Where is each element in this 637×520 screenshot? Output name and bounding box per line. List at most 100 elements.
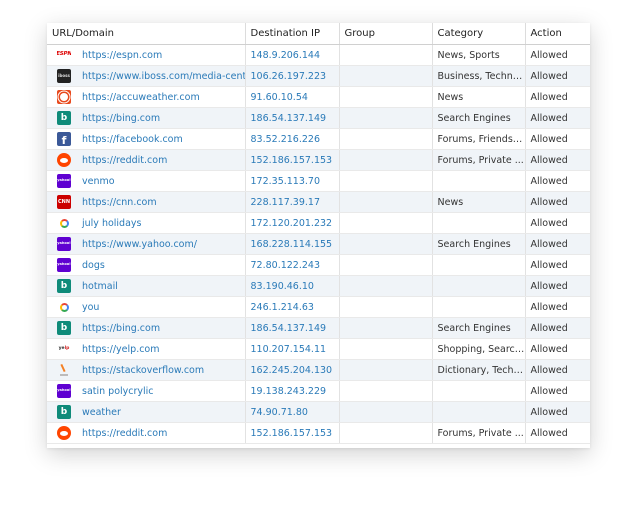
url-link[interactable]: https://bing.com [82, 113, 160, 124]
destination-ip-cell: 106.26.197.223 [245, 65, 340, 87]
url-cell: b https://bing.com [47, 107, 246, 129]
action-cell: Allowed [525, 359, 590, 381]
column-header-category[interactable]: Category [432, 23, 526, 45]
url-link[interactable]: https://espn.com [82, 50, 162, 61]
accuweather-icon [57, 90, 71, 104]
category-cell [432, 275, 526, 297]
group-cell [339, 296, 433, 318]
table-row[interactable]: https://accuweather.com 91.60.10.54 News Al… [47, 86, 590, 108]
url-link[interactable]: https://cnn.com [82, 197, 157, 208]
action-cell: Allowed [525, 317, 590, 339]
destination-ip-cell: 91.60.10.54 [245, 86, 340, 108]
url-cell: yahoo! https://www.yahoo.com/ [47, 233, 246, 255]
destination-ip-cell: 246.1.214.63 [245, 296, 340, 318]
column-header-destination-ip[interactable]: Destination IP [245, 23, 340, 45]
facebook-icon: f [57, 132, 71, 146]
url-cell: ye lp https://yelp.com [47, 338, 246, 360]
action-cell: Allowed [525, 254, 590, 276]
url-cell: you [47, 296, 246, 318]
table-row[interactable]: f https://facebook.com 83.52.216.226 Forums… [47, 128, 590, 150]
table-row[interactable]: july holidays 172.120.201.232 Allowed [47, 212, 590, 234]
yahoo-icon: yahoo! [57, 258, 71, 272]
action-cell: Allowed [525, 149, 590, 171]
group-cell [339, 275, 433, 297]
table-row[interactable]: https://reddit.com 152.186.157.153 Forums,… [47, 149, 590, 171]
destination-ip-cell: 110.207.154.11 [245, 338, 340, 360]
url-cell: https://stackoverflow.com [47, 359, 246, 381]
table-row[interactable]: yahoo! https://www.yahoo.com/168.228.114.… [47, 233, 590, 255]
table-row[interactable]: yahoo! venmo 172.35.113.70 Allowed [47, 170, 590, 192]
destination-ip-cell: 186.54.137.149 [245, 317, 340, 339]
category-cell: Forums, Friendship [432, 128, 526, 150]
url-link[interactable]: hotmail [82, 281, 118, 292]
column-header-group[interactable]: Group [339, 23, 433, 45]
url-link[interactable]: https://bing.com [82, 323, 160, 334]
category-cell: News [432, 191, 526, 213]
url-link[interactable]: https://reddit.com [82, 155, 167, 166]
column-header-action[interactable]: Action [525, 23, 590, 45]
url-link[interactable]: https://www.iboss.com/media-center [82, 71, 244, 82]
table-row[interactable]: you 246.1.214.63 Allowed [47, 296, 590, 318]
category-cell: News [432, 86, 526, 108]
table-row[interactable]: CNN https://cnn.com 228.117.39.17 News Allow… [47, 191, 590, 213]
bing-icon: b [57, 405, 71, 419]
destination-ip-cell: 152.186.157.153 [245, 422, 340, 444]
url-link[interactable]: july holidays [82, 218, 141, 229]
url-link[interactable]: https://www.yahoo.com/ [82, 239, 197, 250]
destination-ip-cell: 228.117.39.17 [245, 191, 340, 213]
url-link[interactable]: weather [82, 407, 121, 418]
category-cell [432, 296, 526, 318]
action-cell: Allowed [525, 191, 590, 213]
url-link[interactable]: dogs [82, 260, 105, 271]
cnn-icon: CNN [57, 195, 71, 209]
yahoo-icon: yahoo! [57, 237, 71, 251]
destination-ip-cell: 152.186.157.153 [245, 149, 340, 171]
reddit-icon [57, 153, 71, 167]
google-icon [57, 300, 71, 314]
yelp-icon: ye lp [58, 345, 70, 351]
url-cell: iboss https://www.iboss.com/media-center [47, 65, 246, 87]
destination-ip-cell: 72.80.122.243 [245, 254, 340, 276]
iboss-icon: iboss [57, 69, 71, 83]
category-cell: Shopping, Search ... [432, 338, 526, 360]
category-cell: Search Engines [432, 233, 526, 255]
action-cell: Allowed [525, 170, 590, 192]
destination-ip-cell: 168.228.114.155 [245, 233, 340, 255]
table-row[interactable]: b https://bing.com 186.54.137.149 Search En… [47, 317, 590, 339]
table-row[interactable]: b weather 74.90.71.80 Allowed [47, 401, 590, 423]
url-cell: yahoo! dogs [47, 254, 246, 276]
bing-icon: b [57, 279, 71, 293]
category-cell [432, 254, 526, 276]
url-link[interactable]: https://accuweather.com [82, 92, 200, 103]
table-row[interactable]: iboss https://www.iboss.com/media-center 1… [47, 65, 590, 87]
table-row[interactable]: yahoo! dogs 72.80.122.243 Allowed [47, 254, 590, 276]
destination-ip-cell: 186.54.137.149 [245, 107, 340, 129]
url-link[interactable]: satin polycrylic [82, 386, 154, 397]
action-cell: Allowed [525, 65, 590, 87]
column-header-url[interactable]: URL/Domain [47, 23, 246, 45]
action-cell: Allowed [525, 212, 590, 234]
url-link[interactable]: https://facebook.com [82, 134, 183, 145]
group-cell [339, 44, 433, 66]
table-row[interactable]: https://stackoverflow.com 162.245.204.130… [47, 359, 590, 381]
url-link[interactable]: https://stackoverflow.com [82, 365, 204, 376]
table-row[interactable]: b hotmail 83.190.46.10 Allowed [47, 275, 590, 297]
url-link[interactable]: https://yelp.com [82, 344, 160, 355]
table-row[interactable]: ESPN https://espn.com 148.9.206.144 News, S… [47, 44, 590, 66]
group-cell [339, 107, 433, 129]
url-link[interactable]: venmo [82, 176, 115, 187]
url-link[interactable]: you [82, 302, 99, 313]
group-cell [339, 422, 433, 444]
action-cell: Allowed [525, 275, 590, 297]
table-row[interactable]: b https://bing.com 186.54.137.149 Search En… [47, 107, 590, 129]
group-cell [339, 401, 433, 423]
category-cell [432, 380, 526, 402]
table-row[interactable]: ye lp https://yelp.com 110.207.154.11 Shoppi… [47, 338, 590, 360]
url-link[interactable]: https://reddit.com [82, 428, 167, 439]
url-cell: yahoo! venmo [47, 170, 246, 192]
table-row[interactable]: https://reddit.com 152.186.157.153 Forums,… [47, 422, 590, 444]
group-cell [339, 317, 433, 339]
table-row[interactable]: yahoo! satin polycrylic 19.138.243.229 Allo… [47, 380, 590, 402]
action-cell: Allowed [525, 86, 590, 108]
url-cell: f https://facebook.com [47, 128, 246, 150]
